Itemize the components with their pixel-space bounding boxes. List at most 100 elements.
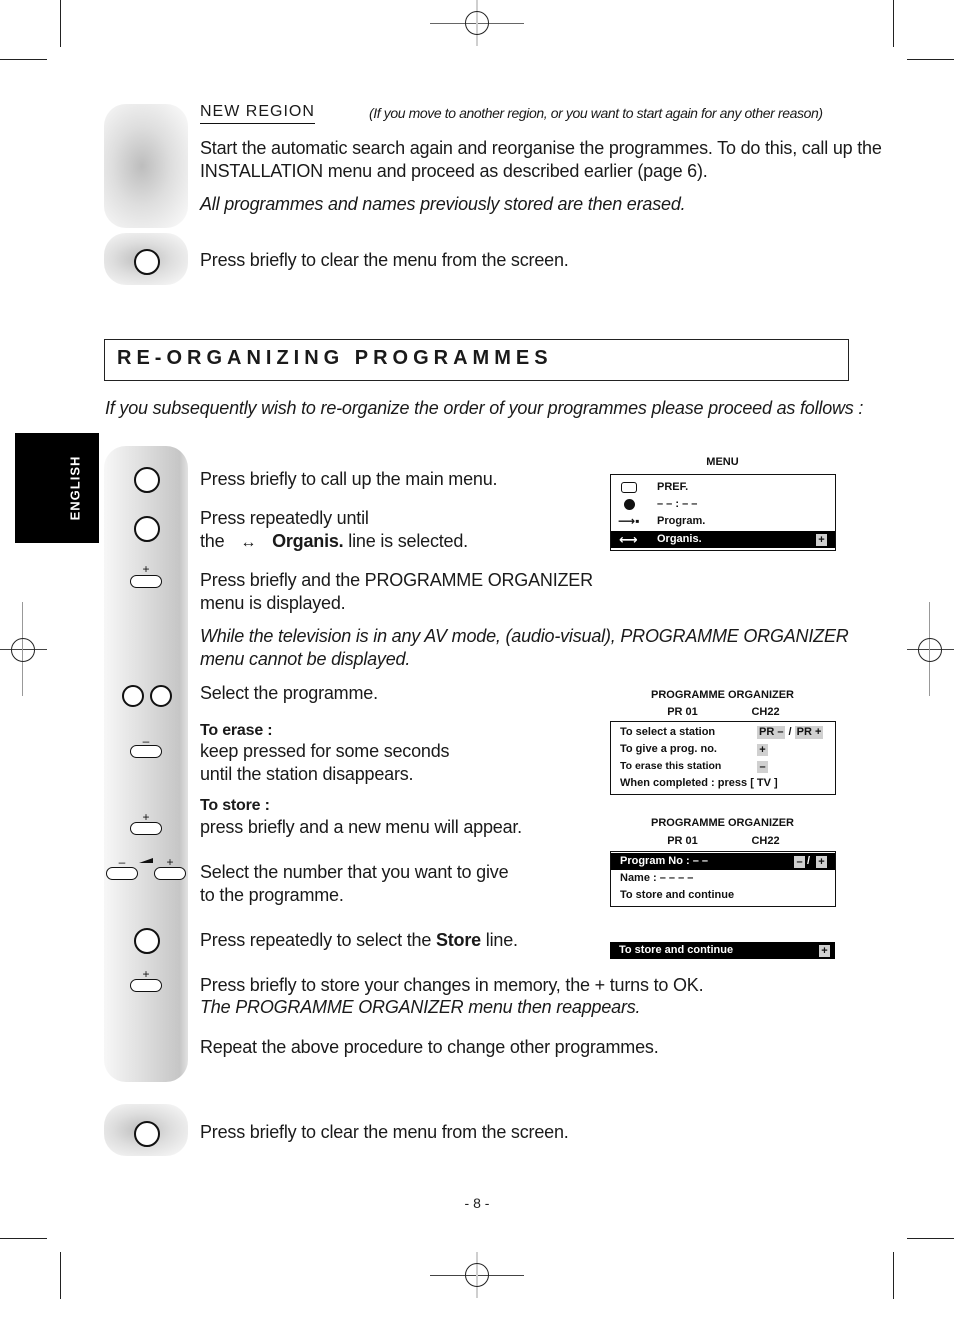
select-store-pre: Press repeatedly to select the bbox=[200, 930, 432, 950]
organizer-osd-2: Program No : – – – / + Name : – – – – To… bbox=[610, 851, 836, 907]
volume-minus-key[interactable] bbox=[106, 867, 138, 880]
number-line2: to the programme. bbox=[200, 885, 344, 905]
organizer-row-completed: When completed : press [ TV ] bbox=[611, 775, 835, 792]
plus-key[interactable] bbox=[130, 979, 162, 992]
store-changes: Press briefly to store your changes in m… bbox=[200, 975, 704, 995]
organizer-row-label: To select a station bbox=[620, 726, 716, 738]
organizer-osd-1-pr: PR 01 bbox=[667, 706, 698, 718]
store-line1: press briefly and a new menu will appear… bbox=[200, 817, 522, 837]
volume-plus-key[interactable] bbox=[154, 867, 186, 880]
double-arrow-icon: ↔ bbox=[240, 534, 257, 551]
minus-key[interactable] bbox=[130, 745, 162, 758]
new-region-clear-instruction: Press briefly to clear the menu from the… bbox=[200, 250, 569, 270]
erase-line2: until the station disappears. bbox=[200, 764, 414, 784]
organizer-osd-1-ch: CH22 bbox=[751, 706, 780, 718]
new-region-erase-note: All programmes and names previously stor… bbox=[200, 194, 686, 214]
step-repeat-organis: Organis. bbox=[272, 531, 344, 551]
step-repeat-line1: Press repeatedly until bbox=[200, 508, 369, 528]
exit-key-top[interactable] bbox=[134, 249, 160, 275]
av-mode-note-line1: While the television is in any AV mode, … bbox=[200, 626, 849, 646]
crop-mark-top-left-h bbox=[0, 59, 47, 60]
menu-item-label: Organis. bbox=[657, 533, 702, 545]
menu-osd: PREF. – – : – – ⟶▪ Program. ⟷ Organis. + bbox=[610, 474, 836, 551]
volume-ramp-icon bbox=[139, 858, 153, 863]
erase-title: To erase : bbox=[200, 722, 273, 739]
section-heading-box: RE-ORGANIZING PROGRAMMES bbox=[104, 339, 849, 381]
separator: / bbox=[807, 855, 811, 867]
menu-item-label: PREF. bbox=[657, 481, 689, 493]
crop-mark-bottom-right-h bbox=[907, 1238, 954, 1239]
menu-reappears: The PROGRAMME ORGANIZER menu then reappe… bbox=[200, 997, 641, 1017]
plus-key[interactable] bbox=[130, 822, 162, 835]
clock-icon bbox=[624, 499, 635, 510]
plus-chip: + bbox=[757, 744, 768, 756]
av-mode-note-line2: menu cannot be displayed. bbox=[200, 649, 411, 669]
crop-mark-top-right-h bbox=[907, 59, 954, 60]
step-repeat-line2: the ↔ Organis. line is selected. bbox=[200, 530, 468, 554]
organizer-row-name[interactable]: Name : – – – – bbox=[611, 870, 835, 887]
select-store-bold: Store bbox=[435, 930, 481, 950]
step-repeat-the: the bbox=[200, 531, 225, 551]
organizer-row-store[interactable]: To store and continue bbox=[611, 887, 835, 904]
organizer-row-prog-no: To give a prog. no. + bbox=[611, 741, 835, 758]
repeat-procedure: Repeat the above procedure to change oth… bbox=[200, 1037, 659, 1057]
tv-screen-icon bbox=[621, 482, 637, 493]
organizer-row-label: Program No : – – bbox=[620, 855, 709, 867]
organizer-row-label: When completed : press [ TV ] bbox=[620, 777, 778, 789]
crop-mark-bottom-left-v bbox=[60, 1252, 61, 1299]
organizer-osd-1-title: PROGRAMME ORGANIZER bbox=[651, 689, 794, 701]
final-clear-instruction: Press briefly to clear the menu from the… bbox=[200, 1122, 569, 1142]
crop-mark-top-right-v bbox=[893, 0, 894, 47]
minus-chip: – bbox=[794, 856, 805, 868]
exit-key-bottom[interactable] bbox=[134, 1121, 160, 1147]
organizer-row-label: To erase this station bbox=[620, 760, 722, 772]
menu-item-program[interactable]: ⟶▪ Program. bbox=[611, 513, 835, 530]
section-heading: RE-ORGANIZING PROGRAMMES bbox=[117, 347, 553, 369]
new-region-body-line2: INSTALLATION menu and proceed as describ… bbox=[200, 161, 708, 181]
organizer-row-program-no[interactable]: Program No : – – – / + bbox=[611, 853, 835, 870]
store-and-continue-bar[interactable]: To store and continue + bbox=[610, 942, 835, 959]
organizer-osd-2-title: PROGRAMME ORGANIZER bbox=[651, 817, 794, 829]
menu-item-organis[interactable]: ⟷ Organis. + bbox=[611, 531, 835, 548]
number-line1: Select the number that you want to give bbox=[200, 862, 509, 882]
arrow-to-block-icon: ⟶▪ bbox=[618, 514, 640, 528]
crop-mark-bottom-right-v bbox=[893, 1252, 894, 1299]
organizer-osd-1: To select a station PR – / PR + To give … bbox=[610, 721, 836, 795]
step-call-menu: Press briefly to call up the main menu. bbox=[200, 469, 498, 489]
navigate-key[interactable] bbox=[134, 928, 160, 954]
new-region-body-line1: Start the automatic search again and reo… bbox=[200, 138, 882, 158]
double-arrow-icon: ⟷ bbox=[619, 532, 638, 547]
section-intro: If you subsequently wish to re-organize … bbox=[105, 398, 864, 418]
step-organizer-line1: Press briefly and the PROGRAMME ORGANIZE… bbox=[200, 570, 593, 590]
crop-mark-bottom-left-h bbox=[0, 1238, 47, 1239]
menu-key[interactable] bbox=[134, 467, 160, 493]
store-title: To store : bbox=[200, 797, 270, 814]
step-repeat-post: line is selected. bbox=[348, 531, 468, 551]
organizer-row-actions: PR – / PR + bbox=[757, 724, 824, 741]
minus-chip: – bbox=[757, 761, 768, 773]
pr-minus-chip: PR – bbox=[757, 726, 786, 739]
plus-chip: + bbox=[816, 856, 827, 868]
program-up-key[interactable] bbox=[150, 685, 172, 707]
menu-osd-title: MENU bbox=[706, 456, 739, 468]
navigate-key[interactable] bbox=[134, 516, 160, 542]
organizer-row-select: To select a station PR – / PR + bbox=[611, 724, 835, 741]
new-region-note: (If you move to another region, or you w… bbox=[369, 105, 823, 121]
erase-line1: keep pressed for some seconds bbox=[200, 741, 450, 761]
organizer-row-label: Name : – – – – bbox=[620, 872, 694, 884]
organizer-row-label: To store and continue bbox=[620, 889, 735, 901]
new-region-title: NEW REGION bbox=[200, 101, 315, 124]
language-tab: ENGLISH bbox=[15, 433, 99, 543]
step-select-store: Press repeatedly to select the Store lin… bbox=[200, 929, 518, 952]
new-region-key-panel bbox=[104, 104, 188, 228]
pr-plus-chip: PR + bbox=[794, 726, 824, 739]
menu-item-badge: + bbox=[816, 534, 827, 546]
crop-mark-top-left-v bbox=[60, 0, 61, 47]
plus-key[interactable] bbox=[130, 575, 162, 588]
organizer-osd-2-ch: CH22 bbox=[751, 835, 780, 847]
organizer-osd-2-pr: PR 01 bbox=[667, 835, 698, 847]
menu-item-clock[interactable]: – – : – – bbox=[611, 496, 835, 513]
menu-item-pref[interactable]: PREF. bbox=[611, 479, 835, 496]
program-down-key[interactable] bbox=[122, 685, 144, 707]
organizer-row-label: To give a prog. no. bbox=[620, 743, 717, 755]
